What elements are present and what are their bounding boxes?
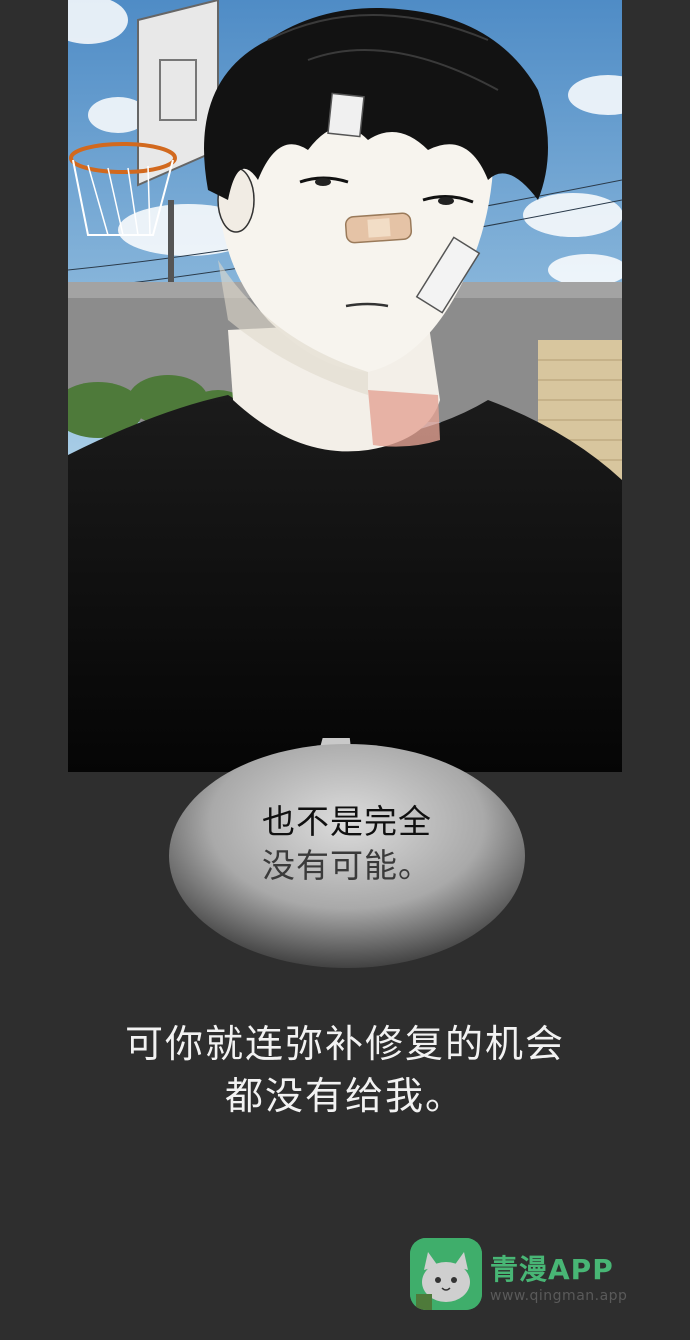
- watermark-url: www.qingman.app: [490, 1288, 628, 1304]
- comic-illustration: [68, 0, 622, 772]
- bubble-line-1: 也不是完全: [262, 802, 432, 841]
- narration-text: 可你就连弥补修复的机会 都没有给我。: [0, 1018, 690, 1122]
- watermark: 青漫APP www.qingman.app: [410, 1238, 650, 1314]
- narration-line-1: 可你就连弥补修复的机会: [124, 1022, 565, 1066]
- cat-logo-icon: [410, 1238, 482, 1310]
- watermark-name: 青漫APP: [490, 1253, 614, 1286]
- comic-panel: [68, 0, 622, 772]
- bubble-line-2: 没有可能。: [262, 846, 432, 885]
- speech-bubble: 也不是完全 没有可能。: [166, 738, 528, 968]
- forehead-bandage: [327, 92, 365, 138]
- narration-line-2: 都没有给我。: [224, 1074, 465, 1118]
- black-shirt: [68, 395, 622, 772]
- bubble-text: 也不是完全 没有可能。: [166, 800, 528, 888]
